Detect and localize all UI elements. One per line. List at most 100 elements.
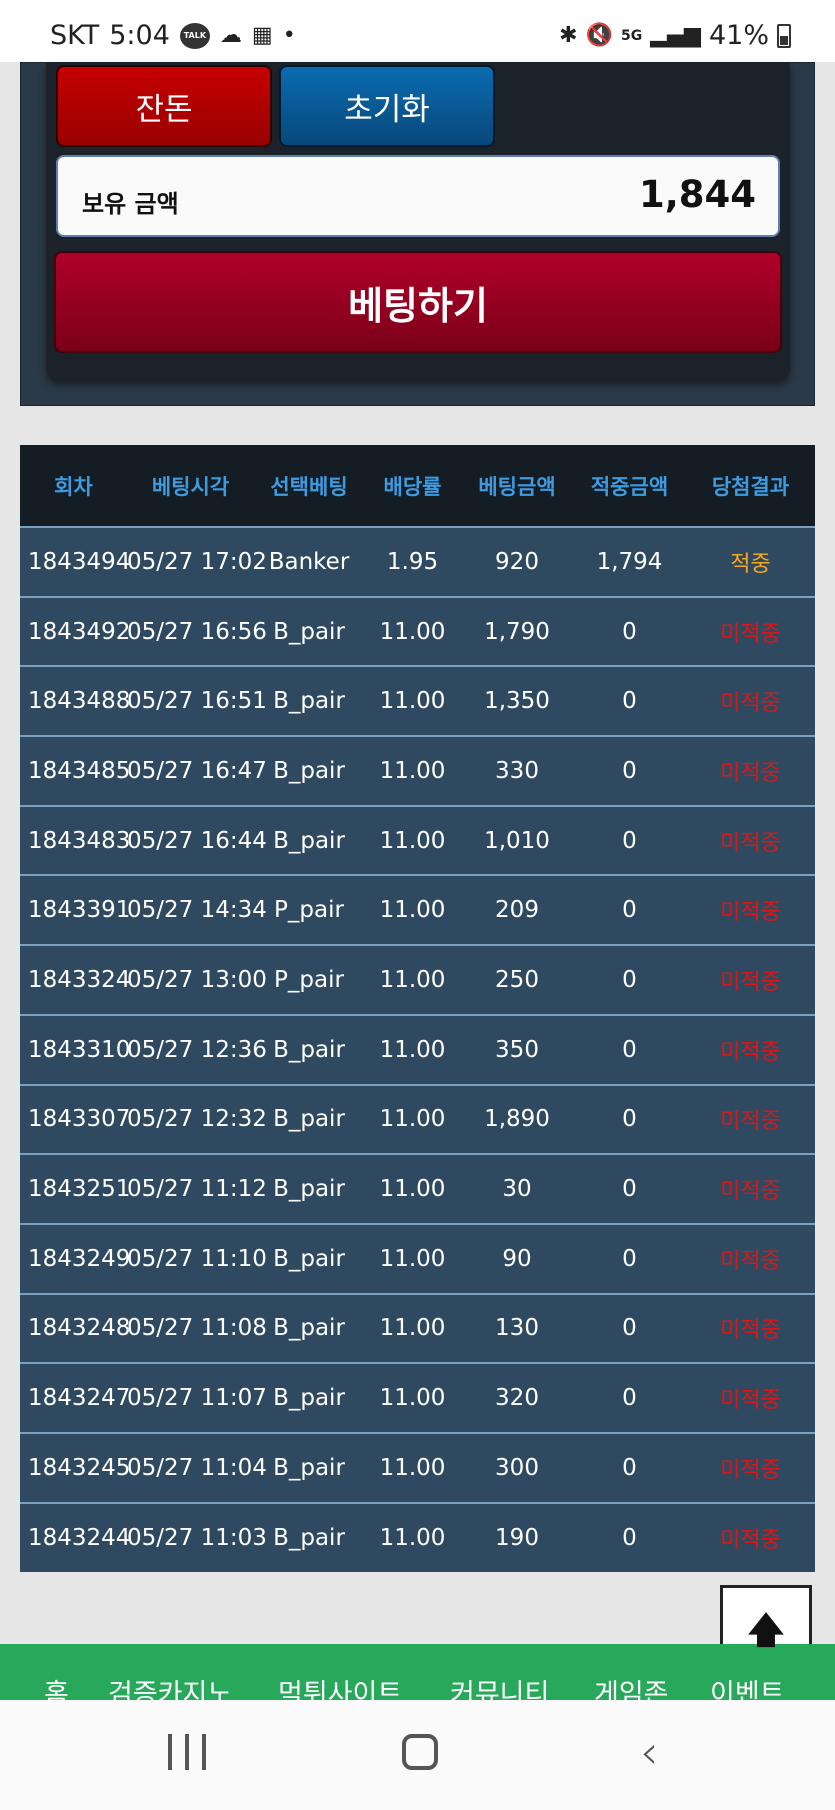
table-row: 1843244 05/27 11:03 B_pair 11.00 190 0 미적중 <box>20 1502 815 1573</box>
chevron-left-icon: ‹ <box>640 1725 659 1779</box>
cell-odds: 11.00 <box>379 1385 446 1412</box>
cell-pick: B_pair <box>273 1315 345 1342</box>
cell-bet-amount: 330 <box>495 757 539 784</box>
table-header-row: 회차 베팅시각 선택베팅 배당률 베팅금액 적중금액 당첨결과 <box>20 445 815 527</box>
cell-odds: 11.00 <box>379 757 446 784</box>
table-row: 1843488 05/27 16:51 B_pair 11.00 1,350 0 미적중 <box>20 666 815 737</box>
cell-win-amount: 0 <box>622 1385 637 1412</box>
cell-win-amount: 1,794 <box>596 548 663 575</box>
nav-item-scam-sites[interactable]: 먹튀사이트 <box>278 1672 402 1700</box>
mute-icon: 🔇 <box>585 23 613 48</box>
nav-item-events[interactable]: 이벤트 <box>710 1672 785 1700</box>
cell-pick: B_pair <box>273 1245 345 1272</box>
clock: 5:04 <box>109 20 170 51</box>
cell-win-amount: 0 <box>622 1176 637 1203</box>
cell-win-amount: 0 <box>622 1454 637 1481</box>
cell-bet-time: 05/27 16:56 <box>127 618 267 645</box>
table-row: 1843251 05/27 11:12 B_pair 11.00 30 0 미적중 <box>20 1154 815 1224</box>
cell-odds: 11.00 <box>379 1176 446 1203</box>
cell-odds: 11.00 <box>379 966 446 993</box>
cell-result: 미적중 <box>720 1318 781 1344</box>
cell-win-amount: 0 <box>622 827 637 854</box>
table-row: 1843492 05/27 16:56 B_pair 11.00 1,790 0 미적중 <box>20 596 815 667</box>
cell-bet-time: 05/27 12:32 <box>127 1106 267 1133</box>
table-row: 1843245 05/27 11:04 B_pair 11.00 300 0 미적중 <box>20 1432 815 1503</box>
cell-odds: 11.00 <box>379 688 446 715</box>
table-row: 1843483 05/27 16:44 B_pair 11.00 1,010 0 미적중 <box>20 805 815 876</box>
recent-apps-button[interactable] <box>168 1734 206 1770</box>
cell-win-amount: 0 <box>622 1036 637 1063</box>
cell-round: 1843494 <box>28 548 131 575</box>
kakaotalk-icon: TALK <box>179 22 210 49</box>
cell-round: 1843249 <box>28 1245 131 1272</box>
cell-round: 1843247 <box>28 1385 131 1412</box>
balance-button[interactable]: 잔돈 <box>56 65 272 147</box>
cell-pick: B_pair <box>273 1454 345 1481</box>
cell-odds: 11.00 <box>379 1524 446 1551</box>
network-5g-icon: 5G <box>620 27 643 44</box>
cell-pick: B_pair <box>273 827 345 854</box>
nav-item-verified-casino[interactable]: 검증카지노 <box>108 1672 232 1700</box>
holding-amount-value: 1,844 <box>638 173 756 216</box>
battery-icon <box>777 23 791 48</box>
cell-pick: P_pair <box>274 966 344 993</box>
signal-icon: ▂▄▆ <box>650 23 701 48</box>
cell-bet-amount: 300 <box>495 1454 539 1481</box>
nav-item-home[interactable]: 홈 <box>44 1672 69 1700</box>
cell-result: 적중 <box>730 551 771 577</box>
table-row: 1843307 05/27 12:32 B_pair 11.00 1,890 0 미적중 <box>20 1084 815 1155</box>
cell-bet-amount: 1,350 <box>484 688 550 715</box>
cell-bet-time: 05/27 11:12 <box>127 1176 267 1203</box>
cell-result: 미적중 <box>720 691 781 717</box>
status-bar: SKT 5:04 TALK ☁ ▦ • ✱ 🔇 5G ▂▄▆ 41% <box>0 0 835 62</box>
column-header-odds: 배당률 <box>383 474 442 499</box>
cell-bet-time: 05/27 12:36 <box>127 1036 267 1063</box>
nav-item-game-zone[interactable]: 게임존 <box>594 1672 669 1700</box>
home-button[interactable] <box>402 1734 438 1770</box>
cell-pick: B_pair <box>273 1036 345 1063</box>
cell-round: 1843391 <box>28 897 131 924</box>
cell-result: 미적중 <box>720 1527 781 1553</box>
cell-odds: 11.00 <box>379 1036 446 1063</box>
battery-percent: 41% <box>708 20 769 51</box>
table-body: 1843494 05/27 17:02 Banker 1.95 920 1,794 적중 18… <box>20 527 815 1573</box>
cell-bet-time: 05/27 16:47 <box>127 757 267 784</box>
cell-result: 미적중 <box>720 900 781 926</box>
cell-bet-time: 05/27 11:07 <box>127 1385 267 1412</box>
cell-bet-amount: 1,010 <box>484 827 550 854</box>
carrier-label: SKT <box>50 20 100 51</box>
table-row: 1843391 05/27 14:34 P_pair 11.00 209 0 미적중 <box>20 875 815 946</box>
cell-bet-time: 05/27 16:44 <box>127 827 267 854</box>
cell-result: 미적중 <box>720 830 781 856</box>
cell-result: 미적중 <box>720 1039 781 1065</box>
cell-bet-time: 05/27 17:02 <box>127 548 267 575</box>
cell-bet-time: 05/27 11:03 <box>127 1524 267 1551</box>
cell-pick: B_pair <box>273 688 345 715</box>
column-header-bet-time: 베팅시각 <box>151 474 230 499</box>
cell-win-amount: 0 <box>622 1315 637 1342</box>
cell-round: 1843324 <box>28 966 131 993</box>
holding-amount-box: 보유 금액 1,844 <box>56 155 780 237</box>
cell-result: 미적중 <box>720 1388 781 1414</box>
nav-item-community[interactable]: 커뮤니티 <box>450 1672 549 1700</box>
column-header-pick: 선택베팅 <box>270 474 348 499</box>
cell-round: 1843485 <box>28 757 131 784</box>
cell-bet-amount: 30 <box>502 1176 532 1203</box>
cell-bet-time: 05/27 14:34 <box>127 897 267 924</box>
place-bet-button[interactable]: 베팅하기 <box>54 251 782 353</box>
cell-bet-amount: 209 <box>495 897 539 924</box>
cell-odds: 11.00 <box>379 1315 446 1342</box>
cell-round: 1843251 <box>28 1176 131 1203</box>
cell-pick: B_pair <box>273 1106 345 1133</box>
back-button[interactable]: ‹ <box>640 1729 658 1775</box>
cell-bet-amount: 130 <box>495 1315 539 1342</box>
column-header-result: 당첨결과 <box>711 474 790 499</box>
table-row: 1843247 05/27 11:07 B_pair 11.00 320 0 미적중 <box>20 1363 815 1433</box>
cell-pick: B_pair <box>273 757 345 784</box>
bet-history-table: 회차 베팅시각 선택베팅 배당률 베팅금액 적중금액 당첨결과 1843494 0… <box>20 445 815 1573</box>
cell-round: 1843488 <box>28 688 131 715</box>
cell-bet-amount: 250 <box>495 966 539 993</box>
table-row: 1843485 05/27 16:47 B_pair 11.00 330 0 미적중 <box>20 736 815 806</box>
reset-button[interactable]: 초기화 <box>279 65 495 147</box>
cell-result: 미적중 <box>720 969 781 995</box>
